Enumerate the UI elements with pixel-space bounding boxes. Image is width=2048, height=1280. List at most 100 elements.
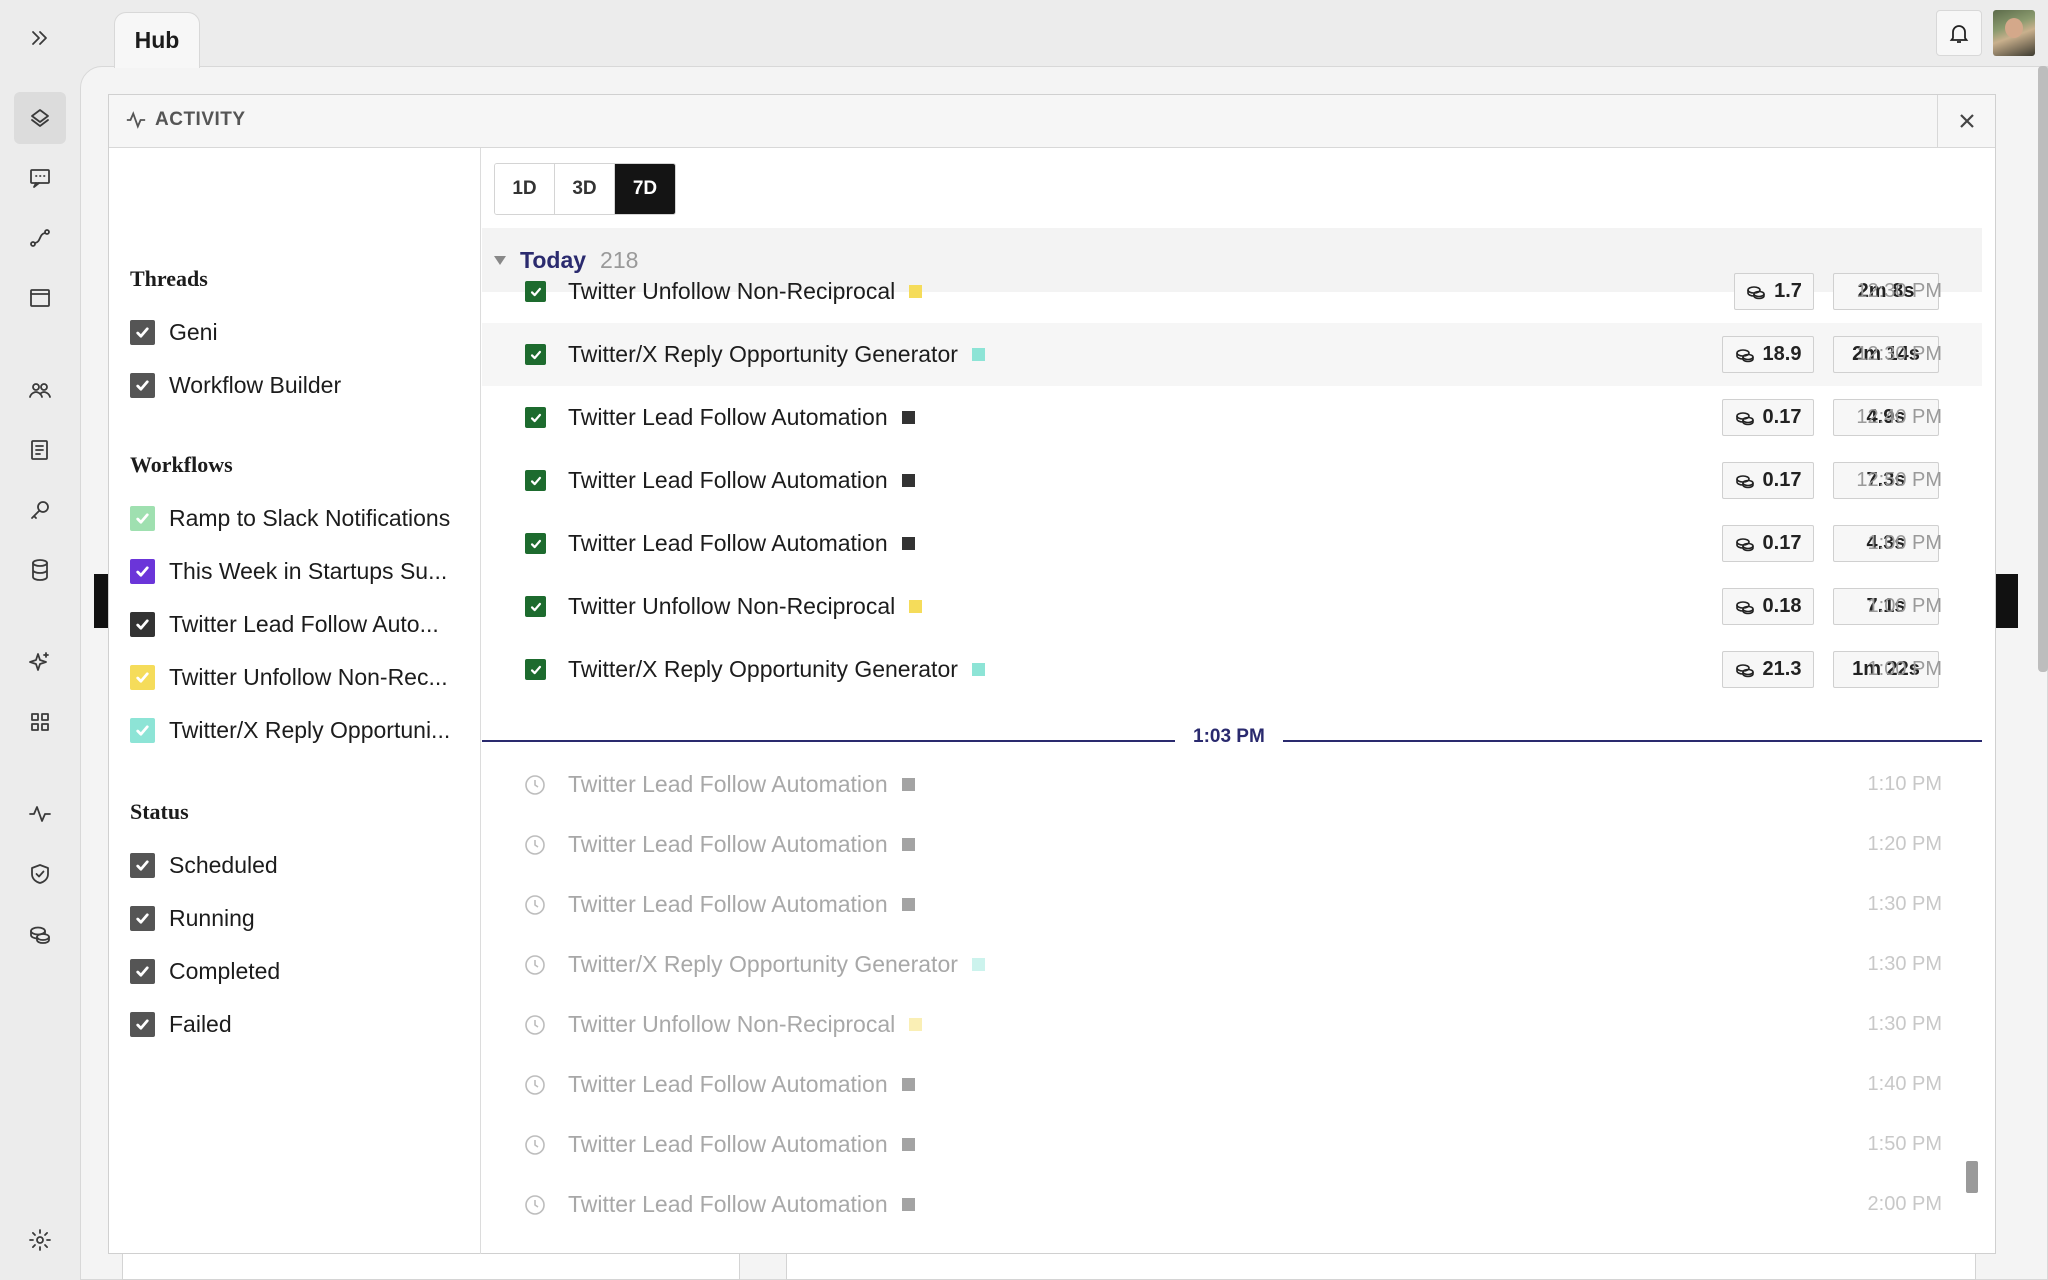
run-row-completed[interactable]: Twitter/X Reply Opportunity Generator 18.… — [482, 323, 1982, 386]
run-row-completed[interactable]: Twitter Unfollow Non-Reciprocal 1.7 2m 8s 1… — [482, 260, 1982, 323]
coins-icon — [1735, 537, 1754, 551]
billing-nav-button[interactable] — [14, 908, 66, 960]
completed-status-icon — [525, 659, 546, 680]
run-name-text: Twitter Lead Follow Automation — [568, 404, 888, 430]
security-nav-button[interactable] — [14, 848, 66, 900]
checkbox-checked-icon[interactable] — [130, 611, 155, 637]
data-nav-button[interactable] — [14, 544, 66, 596]
notifications-button[interactable] — [1936, 10, 1982, 56]
checkbox-checked-icon[interactable] — [130, 505, 155, 531]
run-name-text: Twitter/X Reply Opportunity Generator — [568, 951, 958, 977]
run-row-completed[interactable]: Twitter Lead Follow Automation 0.17 4.9s 12… — [482, 386, 1982, 449]
thread-filter-label: Workflow Builder — [169, 371, 342, 398]
settings-nav-button[interactable] — [14, 1214, 66, 1266]
run-time: 1:00 PM — [1867, 532, 1942, 554]
clock-icon — [524, 1134, 546, 1156]
run-row-scheduled[interactable]: Twitter Lead Follow Automation 1:40 PM — [482, 1053, 1982, 1116]
checkbox-checked-icon[interactable] — [130, 958, 155, 984]
checkbox-checked-icon[interactable] — [130, 372, 155, 398]
workflow-filter-checkbox[interactable]: Twitter/X Reply Opportuni... — [130, 715, 450, 745]
status-filter-checkbox[interactable]: Completed — [130, 956, 280, 986]
run-row-scheduled[interactable]: Twitter/X Reply Opportunity Generator 1:3… — [482, 933, 1982, 996]
run-name-text: Twitter Lead Follow Automation — [568, 891, 888, 917]
coins-icon — [1735, 600, 1754, 614]
run-row-completed[interactable]: Twitter Unfollow Non-Reciprocal 0.18 7.1s 1… — [482, 575, 1982, 638]
page-scrollbar[interactable] — [2038, 66, 2048, 672]
run-time: 1:50 PM — [1867, 1133, 1942, 1155]
activity-nav-button[interactable] — [14, 788, 66, 840]
bell-icon — [1949, 25, 1969, 43]
run-name: Twitter Lead Follow Automation — [568, 891, 915, 918]
checkbox-checked-icon[interactable] — [130, 1011, 155, 1037]
grid-nav-button[interactable] — [14, 696, 66, 748]
checkbox-checked-icon[interactable] — [130, 664, 155, 690]
expand-sidebar-button[interactable] — [14, 12, 66, 64]
range-7d-button[interactable]: 7D — [615, 164, 675, 214]
activity-icon — [29, 806, 51, 822]
status-filter-checkbox[interactable]: Running — [130, 903, 255, 933]
hub-nav-button[interactable] — [14, 92, 66, 144]
workflow-filter-checkbox[interactable]: This Week in Startups Su... — [130, 556, 447, 586]
workflow-color-swatch — [901, 898, 915, 911]
checkbox-checked-icon[interactable] — [130, 905, 155, 931]
completed-status-icon — [525, 281, 546, 302]
run-row-completed[interactable]: Twitter/X Reply Opportunity Generator 21.… — [482, 638, 1982, 701]
tab-hub[interactable]: Hub — [114, 12, 200, 68]
checkbox-checked-icon[interactable] — [130, 852, 155, 878]
run-name: Twitter Lead Follow Automation — [568, 1131, 915, 1158]
people-nav-button[interactable] — [14, 364, 66, 416]
run-name-text: Twitter Unfollow Non-Reciprocal — [568, 593, 896, 619]
run-row-scheduled[interactable]: Twitter Unfollow Non-Reciprocal 1:30 PM — [482, 993, 1982, 1056]
workflow-filter-checkbox[interactable]: Ramp to Slack Notifications — [130, 503, 450, 533]
logo-icon — [31, 109, 49, 127]
avatar[interactable] — [1993, 10, 2035, 56]
run-name-text: Twitter Unfollow Non-Reciprocal — [568, 278, 896, 304]
coins-icon — [1747, 285, 1765, 299]
run-time: 1:00 PM — [1867, 658, 1942, 680]
status-filter-checkbox[interactable]: Scheduled — [130, 850, 278, 880]
clock-icon — [524, 894, 546, 916]
checkbox-checked-icon[interactable] — [130, 717, 155, 743]
workflow-filter-checkbox[interactable]: Twitter Unfollow Non-Rec... — [130, 662, 448, 692]
list-scrollbar[interactable] — [1966, 1161, 1978, 1193]
thread-filter-checkbox[interactable]: Geni — [130, 317, 218, 347]
run-row-scheduled[interactable]: Twitter Lead Follow Automation 1:50 PM — [482, 1113, 1982, 1176]
workflow-filter-checkbox[interactable]: Twitter Lead Follow Auto... — [130, 609, 439, 639]
status-filter-checkbox[interactable]: Failed — [130, 1009, 232, 1039]
right-panel-handle[interactable] — [1996, 574, 2018, 628]
keys-nav-button[interactable] — [14, 484, 66, 536]
checkbox-checked-icon[interactable] — [130, 319, 155, 345]
run-name: Twitter/X Reply Opportunity Generator — [568, 951, 985, 978]
run-time: 2:00 PM — [1867, 1193, 1942, 1215]
run-row-completed[interactable]: Twitter Lead Follow Automation 0.17 7.3s 12… — [482, 449, 1982, 512]
credits-value: 0.17 — [1762, 406, 1802, 428]
left-panel-handle[interactable] — [94, 574, 108, 628]
run-row-scheduled[interactable]: Twitter Lead Follow Automation 1:30 PM — [482, 873, 1982, 936]
threads-section-title: Threads — [130, 266, 208, 291]
credits-badge: 21.3 — [1722, 651, 1814, 688]
workflows-nav-button[interactable] — [14, 212, 66, 264]
notes-nav-button[interactable] — [14, 424, 66, 476]
ai-nav-button[interactable] — [14, 636, 66, 688]
close-button[interactable] — [1937, 95, 1995, 147]
thread-filter-checkbox[interactable]: Workflow Builder — [130, 370, 341, 400]
run-row-scheduled[interactable]: Twitter Lead Follow Automation 1:10 PM — [482, 753, 1982, 816]
activity-list: 1D 3D 7D Today 218 Twitter Unfollow Non-Re… — [482, 148, 1995, 1254]
run-name-text: Twitter Lead Follow Automation — [568, 831, 888, 857]
database-icon — [32, 559, 48, 581]
apps-nav-button[interactable] — [14, 272, 66, 324]
credits-value: 0.17 — [1762, 469, 1802, 491]
range-1d-button[interactable]: 1D — [495, 164, 555, 214]
chat-nav-button[interactable] — [14, 152, 66, 204]
range-3d-button[interactable]: 3D — [555, 164, 615, 214]
run-row-completed[interactable]: Twitter Lead Follow Automation 0.17 4.3s 1:… — [482, 512, 1982, 575]
completed-status-icon — [525, 344, 546, 365]
status-filter-label: Running — [169, 904, 255, 931]
run-name: Twitter Unfollow Non-Reciprocal — [568, 1011, 923, 1038]
run-row-scheduled[interactable]: Twitter Lead Follow Automation 2:00 PM — [482, 1173, 1982, 1236]
checkbox-checked-icon[interactable] — [130, 558, 155, 584]
status-filter-label: Failed — [169, 1010, 232, 1037]
run-name: Twitter Lead Follow Automation — [568, 404, 915, 431]
workflow-color-swatch — [909, 285, 923, 298]
run-row-scheduled[interactable]: Twitter Lead Follow Automation 1:20 PM — [482, 813, 1982, 876]
